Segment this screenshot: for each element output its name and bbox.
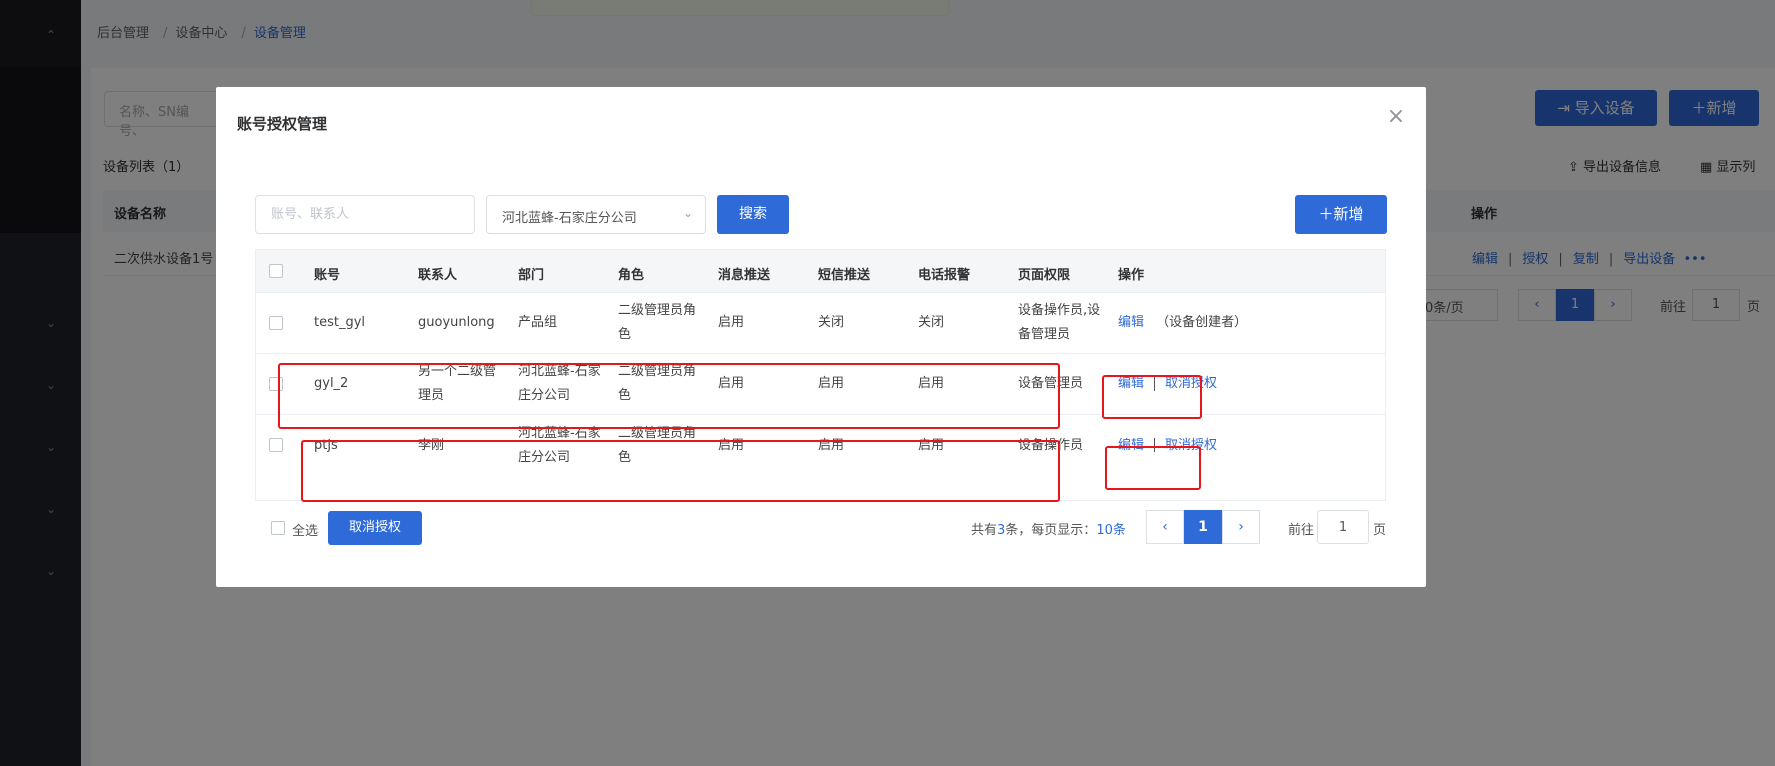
prev-page-button[interactable]: ‹ <box>1146 510 1184 544</box>
edit-link[interactable]: 编辑 <box>1118 315 1144 330</box>
edit-link[interactable]: 编辑 <box>1118 376 1144 391</box>
edit-link[interactable]: 编辑 <box>1118 438 1144 453</box>
select-all-label: 全选 <box>292 524 319 539</box>
cancel-auth-button[interactable]: 取消授权 <box>328 511 422 545</box>
account-search-input[interactable] <box>255 195 475 234</box>
revoke-auth-link[interactable]: 取消授权 <box>1165 438 1217 453</box>
row-actions: 编辑 取消授权 <box>1118 372 1217 396</box>
page-size-select[interactable]: 10条 <box>1096 523 1126 538</box>
goto-suffix: 页 <box>1373 523 1387 538</box>
chevron-down-icon: ⌄ <box>682 206 693 220</box>
goto-page-input[interactable] <box>1317 510 1369 544</box>
account-table: 账号 联系人 部门 角色 消息推送 短信推送 电话报警 页面权限 操作 test… <box>255 249 1386 501</box>
next-page-button[interactable]: › <box>1222 510 1260 544</box>
header-checkbox[interactable] <box>269 264 283 278</box>
account-auth-modal: 账号授权管理 × 河北蓝蜂-石家庄分公司 ⌄ 搜索 ＋新增 账号 联系人 部门 … <box>216 87 1426 587</box>
table-row: gyl_2 另一个二级管理员 河北蓝蜂-石家庄分公司 二级管理员角色 启用 启用… <box>256 354 1385 415</box>
table-row: test_gyl guoyunlong 产品组 二级管理员角色 启用 关闭 关闭… <box>256 293 1385 354</box>
row-checkbox[interactable] <box>269 438 283 452</box>
plus-icon: ＋ <box>1318 205 1334 223</box>
page-current[interactable]: 1 <box>1184 510 1222 544</box>
table-row: ptjs 李刚 河北蓝蜂-石家庄分公司 二级管理员角色 启用 启用 启用 设备操… <box>256 415 1385 476</box>
row-checkbox[interactable] <box>269 377 283 391</box>
modal-title: 账号授权管理 <box>237 115 328 133</box>
row-actions: 编辑 （设备创建者） <box>1118 311 1247 335</box>
search-button[interactable]: 搜索 <box>717 195 789 234</box>
row-checkbox[interactable] <box>269 316 283 330</box>
revoke-auth-link[interactable]: 取消授权 <box>1165 376 1217 391</box>
creator-note: （设备创建者） <box>1156 315 1248 330</box>
goto-label: 前往 <box>1288 523 1315 538</box>
table-header: 账号 联系人 部门 角色 消息推送 短信推送 电话报警 页面权限 操作 <box>256 250 1385 293</box>
add-account-button[interactable]: ＋新增 <box>1295 195 1387 234</box>
select-all-checkbox[interactable] <box>271 521 285 535</box>
close-icon[interactable]: × <box>1386 106 1406 128</box>
department-select[interactable]: 河北蓝蜂-石家庄分公司 ⌄ <box>486 195 706 234</box>
row-actions: 编辑 取消授权 <box>1118 434 1217 458</box>
pagination-info: 共有3条，每页显示：10条 <box>971 523 1126 538</box>
